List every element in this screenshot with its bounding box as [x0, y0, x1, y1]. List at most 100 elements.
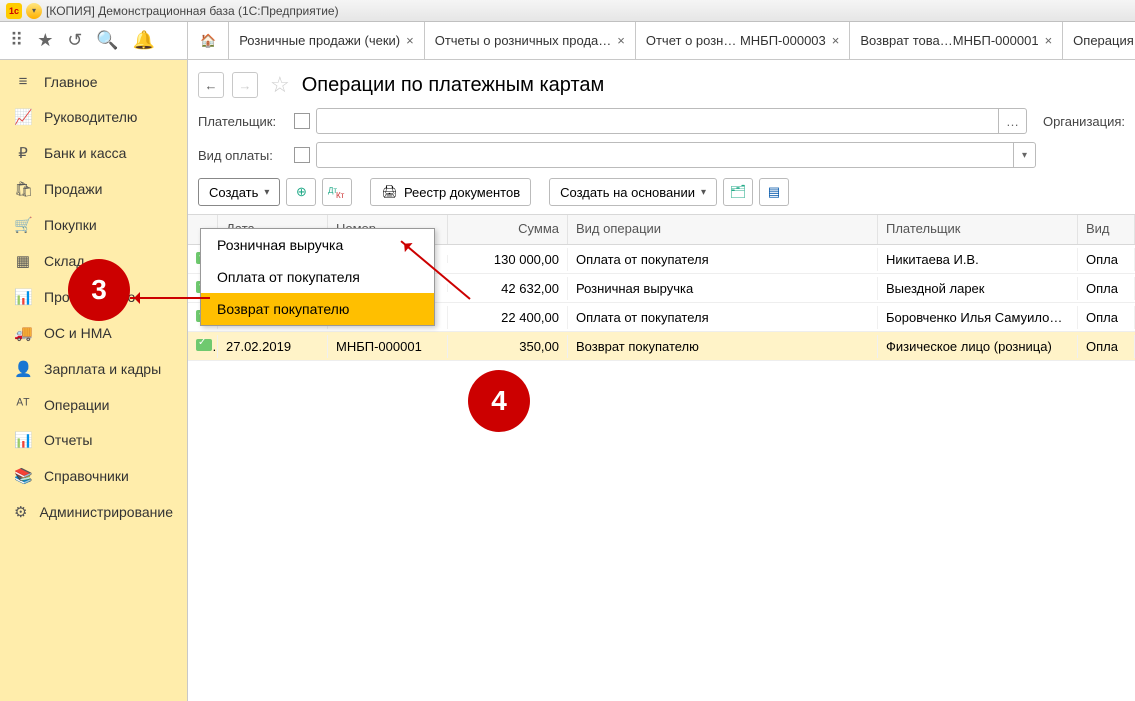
sidebar-item-payroll[interactable]: 👤Зарплата и кадры [0, 351, 187, 387]
books-icon: 📚 [14, 467, 32, 485]
cell-payer: Никитаева И.В. [878, 248, 1078, 271]
type-filter-label: Вид оплаты: [198, 148, 288, 163]
close-icon[interactable]: × [832, 33, 840, 48]
sidebar-item-main[interactable]: ≡ Главное [0, 64, 187, 99]
select-payer-button[interactable]: … [998, 108, 1026, 134]
structure-button[interactable]: 🗂 [723, 178, 753, 206]
tab-return[interactable]: Возврат това…МНБП-000001× [850, 22, 1063, 59]
nav-forward-button[interactable]: → [232, 72, 258, 98]
favorite-star-icon[interactable]: ☆ [270, 72, 290, 98]
cart-icon: 🛒 [14, 216, 32, 234]
col-payer[interactable]: Плательщик [878, 215, 1078, 244]
cell-operation: Оплата от покупателя [568, 306, 878, 329]
table-row[interactable]: 27.02.2019 МНБП-000001 350,00 Возврат по… [188, 332, 1135, 361]
tab-retail-sales[interactable]: Розничные продажи (чеки)× [229, 22, 425, 59]
tab-retail-reports[interactable]: Отчеты о розничных прода…× [425, 22, 636, 59]
tab-label: Отчет о розн… МНБП-000003 [646, 33, 826, 48]
dropdown-item-return[interactable]: Возврат покупателю [201, 293, 434, 325]
sidebar-item-label: Главное [44, 74, 98, 90]
sidebar-item-bank[interactable]: ₽ Банк и касса [0, 135, 187, 171]
copy-button[interactable]: ⊕ [286, 178, 316, 206]
dropdown-item-payment[interactable]: Оплата от покупателя [201, 261, 434, 293]
home-tab[interactable]: 🏠 [188, 22, 229, 59]
bars-icon: 📊 [14, 431, 32, 449]
sidebar-item-catalogs[interactable]: 📚 Справочники [0, 458, 187, 494]
sidebar-item-label: Банк и касса [44, 145, 126, 161]
sidebar-item-label: Справочники [44, 468, 129, 484]
star-icon[interactable]: ★ [37, 30, 53, 51]
col-type[interactable]: Вид [1078, 215, 1135, 244]
cell-number: МНБП-000001 [328, 335, 448, 358]
cell-payer: Физическое лицо (розница) [878, 335, 1078, 358]
sidebar-item-admin[interactable]: ⚙ Администрирование [0, 494, 187, 530]
close-icon[interactable]: × [1045, 33, 1053, 48]
cell-type: Опла [1078, 248, 1135, 271]
cell-sum: 130 000,00 [448, 248, 568, 271]
sidebar-item-label: Администрирование [40, 504, 174, 520]
sidebar-item-label: Операции [44, 397, 110, 413]
callout-3-arrow [130, 297, 210, 299]
main-area: ← → ☆ Операции по платежным картам Плате… [188, 60, 1135, 701]
tab-operation[interactable]: Операция по… [1063, 22, 1135, 59]
basis-button-label: Создать на основании [560, 185, 695, 200]
window-menu-icon[interactable]: ▾ [26, 3, 42, 19]
gear-icon: ⚙ [14, 503, 28, 521]
apps-icon[interactable]: ⠿ [10, 30, 23, 51]
sidebar-item-reports[interactable]: 📊 Отчеты [0, 422, 187, 458]
col-operation[interactable]: Вид операции [568, 215, 878, 244]
svg-text:Кт: Кт [336, 191, 345, 199]
menu-icon: ≡ [14, 73, 32, 90]
cell-type: Опла [1078, 335, 1135, 358]
ruble-icon: ₽ [14, 144, 32, 162]
type-filter-input[interactable]: ▾ [316, 142, 1036, 168]
history-icon[interactable]: ↺ [67, 30, 82, 51]
type-dropdown-button[interactable]: ▾ [1013, 142, 1035, 168]
title-bar: 1c ▾ [КОПИЯ] Демонстрационная база (1С:П… [0, 0, 1135, 22]
callout-4: 4 [468, 370, 530, 432]
structure-icon: 🗂 [730, 184, 747, 200]
cell-type: Опла [1078, 277, 1135, 300]
sidebar-item-sales[interactable]: 🛍Продажи [0, 171, 187, 207]
cell-operation: Розничная выручка [568, 277, 878, 300]
sidebar-item-purchases[interactable]: 🛒 Покупки [0, 207, 187, 243]
sidebar-item-operations[interactable]: ᴬᵀ Операции [0, 387, 187, 422]
payer-filter-input[interactable]: … [316, 108, 1027, 134]
dtkt-button[interactable]: ДтКт [322, 178, 352, 206]
bell-icon[interactable]: 🔔 [133, 30, 155, 51]
payer-filter-label: Плательщик: [198, 114, 288, 129]
dtkt-icon: ДтКт [328, 185, 346, 199]
callout-3: 3 [68, 259, 130, 321]
organization-label: Организация: [1043, 114, 1125, 129]
copy-icon: ⊕ [296, 184, 307, 200]
cell-sum: 22 400,00 [448, 306, 568, 329]
dtkt-icon: ᴬᵀ [14, 396, 32, 413]
sidebar-item-label: Покупки [44, 217, 97, 233]
create-basis-button[interactable]: Создать на основании▾ [549, 178, 717, 206]
cell-operation: Оплата от покупателя [568, 248, 878, 271]
register-button[interactable]: 🖨Реестр документов [370, 178, 531, 206]
col-sum[interactable]: Сумма [448, 215, 568, 244]
create-button-label: Создать [209, 185, 258, 200]
bag-icon: 🛍 [14, 180, 32, 198]
close-icon[interactable]: × [617, 33, 625, 48]
chart-icon: 📈 [14, 108, 32, 126]
nav-back-button[interactable]: ← [198, 72, 224, 98]
doc-status-icon [196, 339, 212, 351]
toolbar-icons: ⠿ ★ ↺ 🔍 🔔 [0, 22, 188, 59]
cell-payer: Выездной ларек [878, 277, 1078, 300]
register-button-label: Реестр документов [404, 185, 520, 200]
close-icon[interactable]: × [406, 33, 414, 48]
sidebar-item-label: Руководителю [44, 109, 137, 125]
sidebar-item-manager[interactable]: 📈 Руководителю [0, 99, 187, 135]
payer-filter-checkbox[interactable] [294, 113, 310, 129]
app-logo-icon: 1c [6, 3, 22, 19]
list-mode-button[interactable]: ▤ [759, 178, 789, 206]
tab-report[interactable]: Отчет о розн… МНБП-000003 × [636, 22, 851, 59]
sidebar-item-label: Зарплата и кадры [44, 361, 161, 377]
sidebar-item-label: Отчеты [44, 432, 92, 448]
type-filter-checkbox[interactable] [294, 147, 310, 163]
cell-sum: 350,00 [448, 335, 568, 358]
search-icon[interactable]: 🔍 [96, 30, 118, 51]
create-button[interactable]: Создать▾ [198, 178, 280, 206]
main-toolbar: ⠿ ★ ↺ 🔍 🔔 🏠 Розничные продажи (чеки)× От… [0, 22, 1135, 60]
